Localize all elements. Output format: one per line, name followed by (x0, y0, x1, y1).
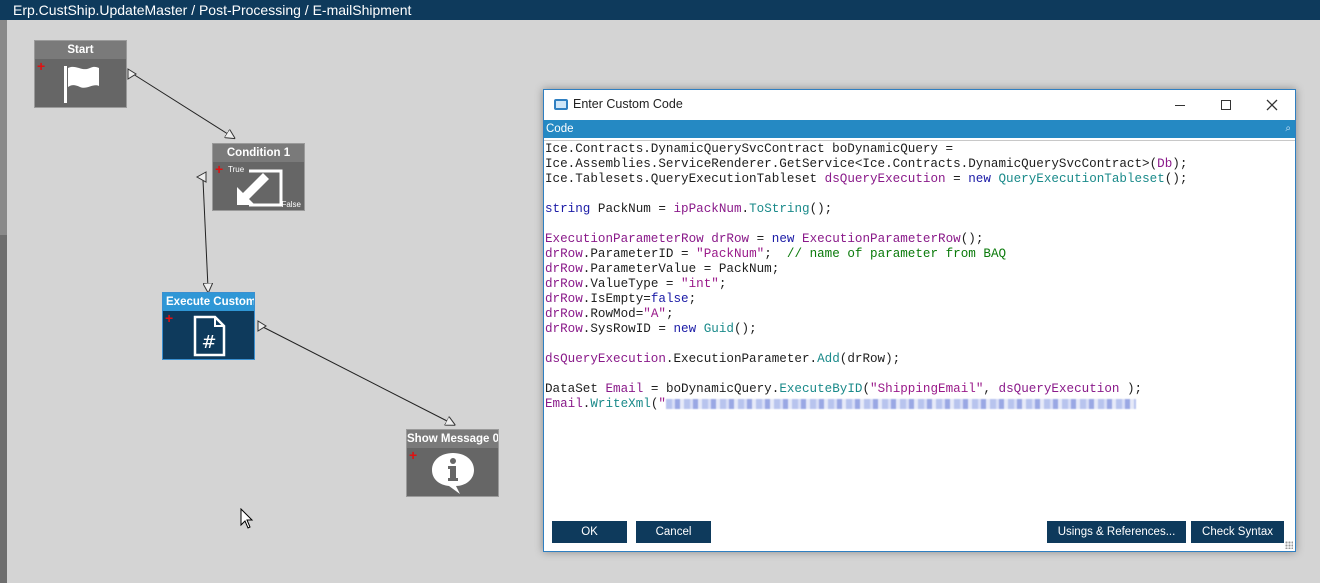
start-out-port (127, 68, 137, 80)
workflow-node-show-message[interactable]: Show Message 0 + (406, 429, 499, 497)
code-line: DataSet Email = boDynamicQuery.ExecuteBy… (545, 382, 1143, 396)
minimize-icon[interactable] (1157, 90, 1203, 120)
maximize-icon[interactable] (1203, 90, 1249, 120)
condition-in-port (195, 171, 207, 183)
dialog-title-bar[interactable]: Enter Custom Code (544, 90, 1295, 120)
enter-custom-code-dialog: Enter Custom Code Code ⌕ Ice.Contracts.D… (543, 89, 1296, 552)
code-line: drRow.ParameterID = "PackNum"; // name o… (545, 247, 1007, 261)
false-branch-label: False (281, 200, 301, 209)
expand-plus-icon[interactable]: + (37, 59, 45, 73)
workflow-node-execute-custom-code[interactable]: Execute Custom Code + # (162, 292, 255, 360)
check-syntax-button[interactable]: Check Syntax (1191, 521, 1284, 543)
close-icon[interactable] (1249, 90, 1295, 120)
dialog-footer: OK Cancel Usings & References... Check S… (544, 514, 1295, 551)
code-line: drRow.ValueType = "int"; (545, 277, 727, 291)
code-file-icon: # (193, 315, 225, 356)
node-title: Show Message 0 (407, 430, 498, 448)
code-section-label: Code (546, 123, 574, 135)
mouse-pointer-icon (240, 508, 254, 529)
left-edge-strip (0, 0, 7, 583)
redacted-text (665, 398, 1136, 409)
pin-icon[interactable]: ⌕ (1285, 120, 1291, 138)
condition-arrows-icon (236, 169, 282, 206)
workflow-node-start[interactable]: Start + (34, 40, 127, 108)
svg-text:#: # (201, 332, 216, 353)
code-line: string PackNum = ipPackNum.ToString(); (545, 202, 833, 216)
dialog-title: Enter Custom Code (573, 97, 683, 111)
execute-out-port (257, 320, 267, 332)
node-title: Start (35, 41, 126, 59)
code-line: Ice.Contracts.DynamicQuerySvcContract bo… (545, 142, 954, 156)
connector-condition-to-execute (202, 179, 208, 288)
expand-plus-icon[interactable]: + (215, 162, 223, 176)
ok-button[interactable]: OK (552, 521, 627, 543)
workflow-node-condition[interactable]: Condition 1 + True False (212, 143, 305, 211)
window-app-icon (554, 99, 568, 110)
designer-title-bar: Erp.CustShip.UpdateMaster / Post-Process… (0, 0, 1320, 20)
code-line: drRow.SysRowID = new Guid(); (545, 322, 757, 336)
node-title: Condition 1 (213, 144, 304, 162)
flag-icon (63, 65, 99, 103)
cancel-button[interactable]: Cancel (636, 521, 711, 543)
info-bubble-icon (431, 452, 474, 494)
code-line: Email.WriteXml(" (545, 397, 1295, 412)
connector-start-to-condition (132, 73, 231, 136)
code-editor[interactable]: Ice.Contracts.DynamicQuerySvcContract bo… (544, 140, 1295, 517)
code-line: dsQueryExecution.ExecutionParameter.Add(… (545, 352, 901, 366)
code-line: ExecutionParameterRow drRow = new Execut… (545, 232, 984, 246)
code-line: drRow.RowMod="A"; (545, 307, 674, 321)
expand-plus-icon[interactable]: + (165, 311, 173, 325)
node-title: Execute Custom Code (163, 293, 254, 311)
code-text[interactable]: Ice.Contracts.DynamicQuerySvcContract bo… (544, 141, 1295, 412)
resize-grip-icon[interactable] (1285, 541, 1293, 549)
code-section-header: Code ⌕ (544, 120, 1295, 138)
code-line: drRow.ParameterValue = PackNum; (545, 262, 780, 276)
code-line: Ice.Tablesets.QueryExecutionTableset dsQ… (545, 172, 1188, 186)
workflow-path: Erp.CustShip.UpdateMaster / Post-Process… (13, 2, 412, 18)
expand-plus-icon[interactable]: + (409, 448, 417, 462)
connector-execute-to-message (260, 325, 451, 423)
usings-references-button[interactable]: Usings & References... (1047, 521, 1186, 543)
code-line: drRow.IsEmpty=false; (545, 292, 697, 306)
code-line: Ice.Assemblies.ServiceRenderer.GetServic… (545, 157, 1188, 171)
